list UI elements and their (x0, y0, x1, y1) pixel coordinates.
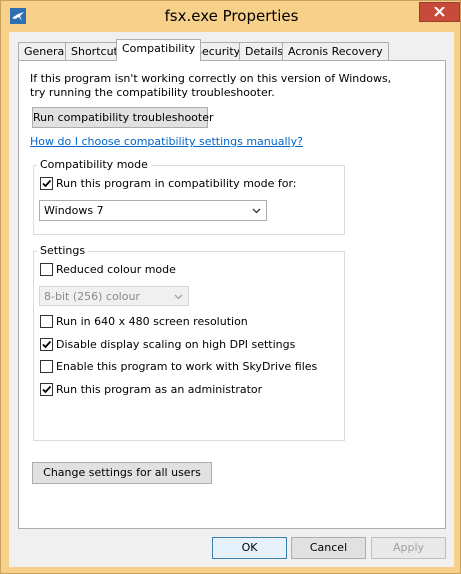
title-bar[interactable]: fsx.exe Properties (1, 1, 461, 33)
os-select-value: Windows 7 (44, 204, 104, 217)
compatibility-panel: If this program isn't working correctly … (18, 60, 446, 529)
reduced-colour-label[interactable]: Reduced colour mode (56, 263, 176, 276)
dpi-scaling-checkbox[interactable] (40, 338, 53, 351)
checkmark-icon (42, 385, 52, 394)
properties-window: fsx.exe Properties General Shortcut Comp… (0, 0, 461, 574)
tab-label: Details (245, 45, 284, 58)
intro-line-2: try running the compatibility troublesho… (30, 86, 275, 99)
run-as-admin-checkbox[interactable] (40, 383, 53, 396)
dpi-scaling-label[interactable]: Disable display scaling on high DPI sett… (56, 338, 295, 351)
run-troubleshooter-button[interactable]: Run compatibility troubleshooter (32, 107, 214, 128)
resolution-checkbox[interactable] (40, 315, 53, 328)
skydrive-checkbox[interactable] (40, 360, 53, 373)
apply-button[interactable]: Apply (371, 537, 446, 559)
tab-label: General (24, 45, 68, 58)
compat-mode-label[interactable]: Run this program in compatibility mode f… (56, 177, 297, 190)
checkmark-icon (42, 340, 52, 349)
resolution-label[interactable]: Run in 640 x 480 screen resolution (56, 315, 248, 328)
tab-label: Security (195, 45, 241, 58)
tab-label: Acronis Recovery (288, 45, 383, 58)
compatibility-mode-title: Compatibility mode (37, 158, 151, 171)
reduced-colour-checkbox[interactable] (40, 263, 53, 276)
tab-compatibility[interactable]: Compatibility (116, 39, 202, 61)
close-button[interactable] (419, 2, 460, 22)
settings-title: Settings (37, 244, 89, 257)
chevron-down-icon (174, 294, 183, 300)
tab-acronis-recovery[interactable]: Acronis Recovery (282, 42, 389, 60)
intro-line-1: If this program isn't working correctly … (30, 72, 392, 85)
tab-label: Compatibility (122, 42, 196, 55)
help-link[interactable]: How do I choose compatibility settings m… (30, 135, 303, 148)
cancel-button[interactable]: Cancel (291, 537, 366, 559)
checkmark-icon (42, 179, 52, 188)
tab-label: Shortcut (71, 45, 118, 58)
close-icon (434, 7, 445, 17)
colour-depth-value: 8-bit (256) colour (44, 290, 140, 303)
window-title: fsx.exe Properties (164, 7, 299, 25)
ok-button[interactable]: OK (212, 537, 287, 559)
chevron-down-icon (252, 208, 261, 214)
os-select[interactable]: Windows 7 (39, 200, 267, 221)
colour-depth-select: 8-bit (256) colour (39, 286, 189, 306)
change-settings-all-users-button[interactable]: Change settings for all users (32, 462, 212, 484)
compat-mode-checkbox[interactable] (40, 177, 53, 190)
run-as-admin-label[interactable]: Run this program as an administrator (56, 383, 262, 396)
dialog-client: General Shortcut Compatibility Security … (9, 32, 454, 567)
skydrive-label[interactable]: Enable this program to work with SkyDriv… (56, 360, 317, 373)
